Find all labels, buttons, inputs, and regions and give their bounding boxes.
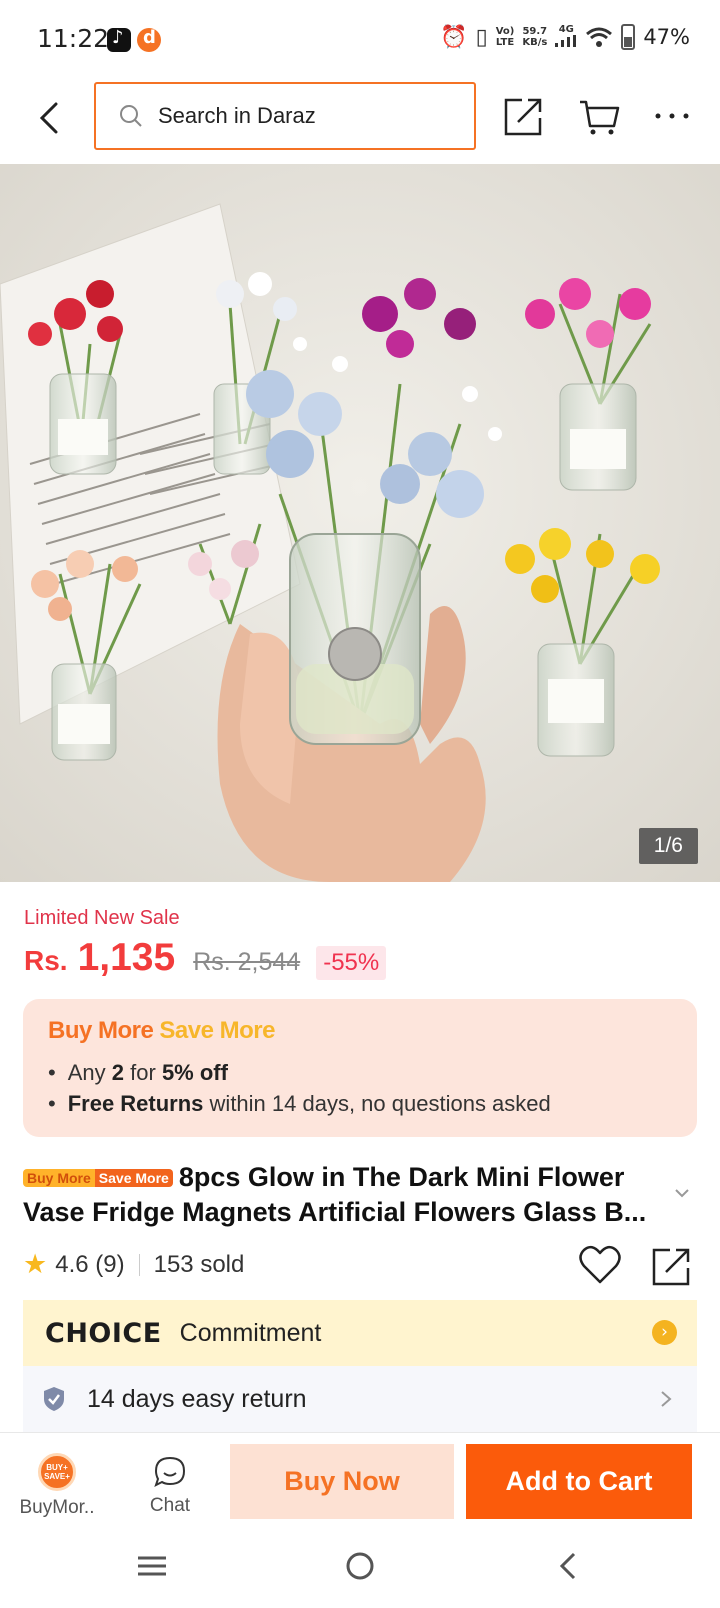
volte-indicator: Vo) LTE [496,26,515,48]
sale-label: Limited New Sale [24,907,180,929]
choice-commitment-label: Commitment [179,1318,322,1347]
status-indicators: ⏰ ▯ Vo) LTE 59.7 KB/s 4G 47% [440,24,690,50]
buymore-tab[interactable]: BUY+ SAVE+ BuyMor.. [12,1453,102,1519]
network-speed-unit: KB/s [522,37,548,48]
current-price: 1,135 [77,936,176,979]
buymore-icon: BUY+ SAVE+ [38,1453,76,1491]
signal-indicator: 4G [555,24,577,50]
chevron-right-icon [661,1391,672,1407]
tag-buy-more: Buy More [23,1169,95,1187]
battery-percent: 47% [643,25,690,49]
add-to-cart-button[interactable]: Add to Cart [466,1444,692,1519]
promo-qty: 2 [111,1060,124,1085]
cart-icon[interactable] [578,94,622,138]
network-speed-value: 59.7 [522,26,548,37]
chat-label: Chat [149,1495,191,1516]
promo-line-returns: • Free Returns within 14 days, no questio… [48,1091,551,1117]
buymore-label: BuyMor.. [19,1497,95,1518]
review-count: (9) [95,1250,125,1278]
back-button[interactable] [28,96,72,140]
system-nav-bar [0,1524,720,1608]
choice-logo: CHOICE [45,1317,162,1349]
choice-arrow-icon: › [652,1320,677,1345]
original-price: Rs. 2,544 [193,948,301,976]
tiktok-notification-icon [107,27,131,52]
promo-any: Any [67,1060,106,1085]
promo-line-discount: • Any 2 for 5% off [48,1060,228,1086]
buy-now-button[interactable]: Buy Now [230,1444,454,1519]
battery-icon [621,24,636,50]
promo-title-buy-more: Buy More [48,1017,154,1044]
promo-title: Buy More Save More [48,1017,275,1045]
volte-bottom: LTE [495,37,515,48]
discount-badge: -55% [316,946,387,980]
share-product-button[interactable] [650,1244,694,1288]
product-title[interactable]: Buy More Save More 8pcs Glow in The Dark M… [23,1160,678,1230]
status-time: 11:22 [37,24,110,53]
easy-return-label: 14 days easy return [87,1384,307,1413]
search-input[interactable] [158,103,458,129]
wishlist-heart-button[interactable] [578,1244,622,1286]
alarm-icon: ⏰ [440,24,468,50]
divider [138,1253,140,1276]
product-image-gallery[interactable]: 1/6 [0,164,720,882]
buymore-icon-text: BUY+ SAVE+ [44,1463,70,1481]
bullet: • [48,1060,56,1085]
promo-free-returns: Free Returns [67,1091,204,1116]
signal-bars-icon [555,35,577,47]
daraz-notification-icon [137,27,161,52]
price-currency: Rs. [24,945,68,976]
share-icon[interactable] [502,94,546,138]
easy-return-row[interactable]: 14 days easy return [23,1366,697,1432]
image-counter: 1/6 [638,828,698,864]
home-icon[interactable] [338,1546,382,1586]
product-photo [0,164,720,882]
search-bar[interactable] [94,82,476,150]
promo-returns-detail: within 14 days, no questions asked [209,1091,551,1116]
vibrate-icon: ▯ [475,24,488,50]
recent-apps-icon[interactable] [130,1546,174,1586]
nav-back-icon[interactable] [546,1546,590,1586]
wifi-icon [586,27,613,47]
status-bar: 11:22 ⏰ ▯ Vo)LTE 59.7KB/s 4G 47% [0,0,720,80]
sold-count: 153 sold [153,1250,245,1278]
star-icon: ★ [23,1249,48,1280]
rating-value: 4.6 [55,1250,89,1278]
rating-row[interactable]: ★ 4.6 (9) 153 sold [23,1249,244,1280]
bullet: • [48,1091,56,1116]
promo-for: for [130,1060,156,1085]
shield-icon [44,1387,64,1411]
bottom-action-bar: BUY+ SAVE+ BuyMor.. Chat Buy Now Add to … [0,1432,720,1524]
expand-title-chevron-icon[interactable] [672,1183,692,1203]
chat-bubble-icon [154,1456,186,1487]
promo-title-save-more: Save More [159,1017,275,1044]
chat-tab[interactable]: Chat [130,1455,210,1517]
network-speed: 59.7 KB/s [522,26,547,48]
search-icon [120,105,142,127]
volte-top: Vo) [495,26,515,37]
buy-more-save-more-tag: Buy More Save More [23,1168,173,1188]
promo-off: 5% off [161,1060,228,1085]
more-dots-icon[interactable] [650,94,694,138]
price-row: Rs. 1,135 Rs. 2,544 -55% [24,936,387,980]
top-nav-bar [0,80,720,164]
tag-save-more: Save More [94,1169,173,1187]
signal-label: 4G [558,24,574,35]
buy-more-save-more-card[interactable]: Buy More Save More • Any 2 for 5% off • Fre… [23,999,697,1137]
choice-commitment-row[interactable]: CHOICE Commitment › [23,1300,697,1366]
